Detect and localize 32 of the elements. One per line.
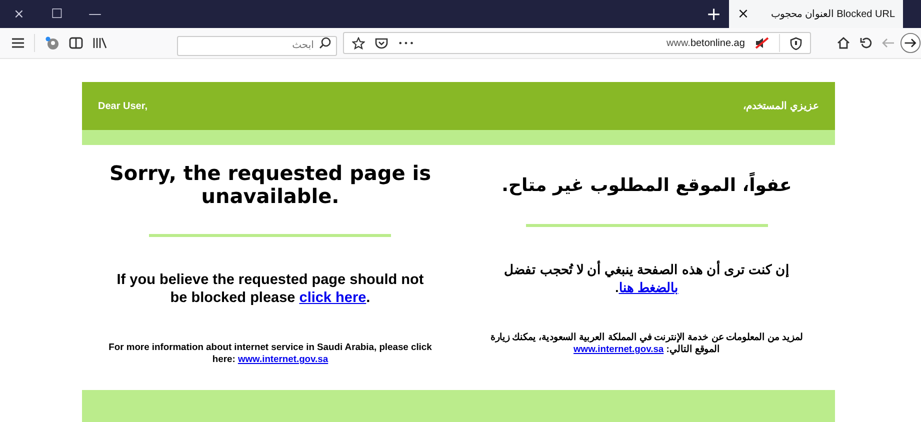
menu-icon[interactable] [12,38,24,48]
minimize-button[interactable]: — [76,6,114,22]
website-link[interactable]: www.internet.gov.sa [574,343,664,354]
page-title: Sorry, the requested page is unavailable. [108,162,432,208]
account-icon[interactable] [44,36,59,50]
new-tab-button[interactable]: + [698,4,730,24]
reload-icon[interactable] [860,37,872,49]
library-icon[interactable] [92,37,107,49]
message-text: إن كنت ترى أن هذه الصفحة ينبغي أن لا تُحجب تفضل بالضغط هنا. [503,261,790,297]
info-text: For more information about internet service in Saudi Arabia, please click here: www.internet.gov.sa [108,341,433,365]
star-icon[interactable] [352,36,365,50]
page-title: عفواً، الموقع المطلوب غير متاح. [472,171,822,201]
pocket-icon[interactable] [374,37,388,49]
message-text: If you believe the requested page should not be blocked please click here. [116,271,425,308]
click-here-link[interactable]: click here [299,290,366,306]
greeting-text: Dear User, [98,100,148,112]
shield-icon[interactable] [790,36,802,50]
search-field[interactable]: ابحث [176,36,337,56]
url-text: www.betonline.ag [666,38,745,48]
address-bar[interactable]: ••• www.betonline.ag [342,32,811,54]
website-link[interactable]: www.internet.gov.sa [238,353,328,364]
sidebar-icon[interactable] [68,37,83,49]
autoplay-blocked-icon[interactable] [754,37,769,49]
browser-tab[interactable]: × Blocked URL العنوان محجوب [729,0,903,28]
more-button[interactable]: ••• [398,38,416,48]
close-icon[interactable]: × [737,6,750,22]
close-button[interactable]: × [0,6,38,22]
home-icon[interactable] [836,37,850,49]
maximize-button[interactable]: ☐ [38,6,76,22]
click-here-link[interactable]: بالضغط هنا [618,280,678,295]
search-icon [318,37,331,49]
greeting-text: عزيزي المستخدم، [743,100,819,112]
